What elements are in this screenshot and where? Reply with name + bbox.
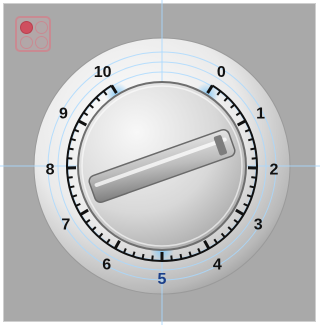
dial-label-10: 10 [94,64,112,81]
dial-label-8: 8 [46,161,55,178]
dial-label-1: 1 [256,106,265,123]
dial-label-6: 6 [102,256,111,273]
dial-label-7: 7 [61,216,70,233]
dial-label-4: 4 [213,256,222,273]
dial-label-9: 9 [59,106,68,123]
dial-label-5: 5 [158,271,167,288]
dial-label-3: 3 [254,216,263,233]
dial-label-0: 0 [217,64,226,81]
dial-label-2: 2 [270,161,279,178]
rotary-knob[interactable]: 0 1 2 3 4 5 6 7 8 9 10 [0,0,320,325]
